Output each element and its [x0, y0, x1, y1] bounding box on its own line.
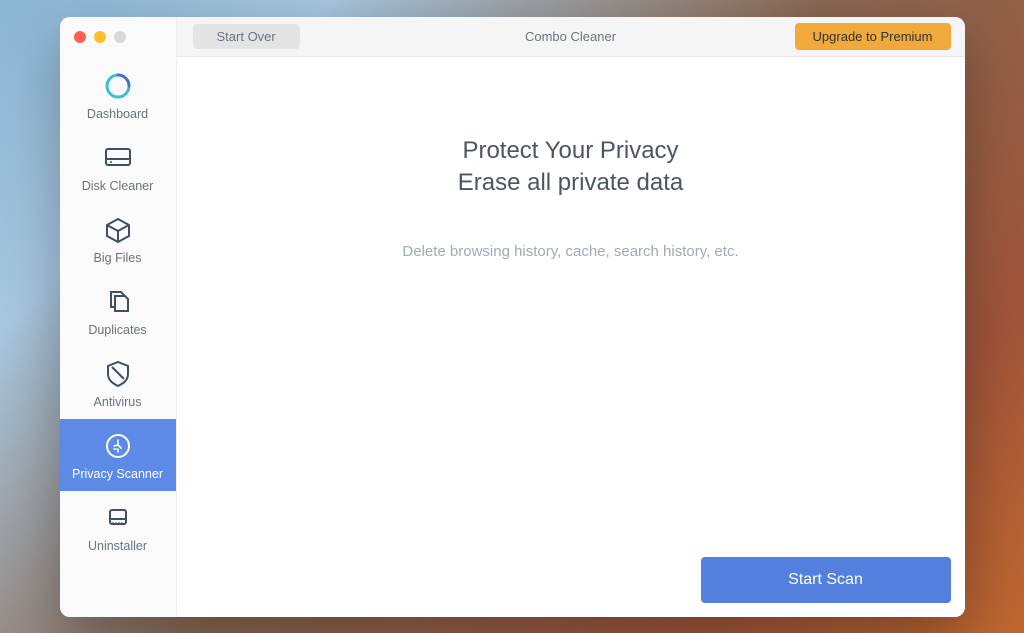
minimize-window-button[interactable] [94, 31, 106, 43]
headline-line2: Erase all private data [458, 167, 683, 199]
sidebar-item-label: Dashboard [87, 107, 148, 121]
main-area: Start Over Combo Cleaner Upgrade to Prem… [177, 17, 965, 617]
sidebar-item-antivirus[interactable]: Antivirus [60, 347, 176, 419]
headline: Protect Your Privacy Erase all private d… [458, 135, 683, 200]
box-icon [103, 215, 133, 245]
titlebar: Start Over Combo Cleaner Upgrade to Prem… [177, 17, 965, 57]
sidebar-item-disk-cleaner[interactable]: Disk Cleaner [60, 131, 176, 203]
duplicates-icon [103, 287, 133, 317]
sidebar-item-duplicates[interactable]: Duplicates [60, 275, 176, 347]
app-window: Dashboard Disk Cleaner Big Files [60, 17, 965, 617]
uninstaller-icon [103, 503, 133, 533]
maximize-window-button[interactable] [114, 31, 126, 43]
sidebar-item-label: Privacy Scanner [72, 467, 163, 481]
window-controls [74, 31, 126, 43]
start-over-button[interactable]: Start Over [193, 24, 300, 49]
close-window-button[interactable] [74, 31, 86, 43]
sidebar-item-label: Disk Cleaner [82, 179, 154, 193]
app-title: Combo Cleaner [525, 29, 616, 44]
footer: Start Scan [177, 557, 965, 617]
sidebar-item-big-files[interactable]: Big Files [60, 203, 176, 275]
sidebar-item-label: Uninstaller [88, 539, 147, 553]
headline-line1: Protect Your Privacy [458, 135, 683, 167]
disk-icon [103, 143, 133, 173]
privacy-icon [103, 431, 133, 461]
dashboard-icon [103, 71, 133, 101]
sidebar-item-privacy-scanner[interactable]: Privacy Scanner [60, 419, 176, 491]
sidebar-item-label: Duplicates [88, 323, 146, 337]
sidebar: Dashboard Disk Cleaner Big Files [60, 17, 177, 617]
subtext: Delete browsing history, cache, search h… [402, 243, 738, 260]
sidebar-item-label: Big Files [94, 251, 142, 265]
start-scan-button[interactable]: Start Scan [701, 557, 951, 603]
sidebar-item-dashboard[interactable]: Dashboard [60, 59, 176, 131]
shield-icon [103, 359, 133, 389]
sidebar-item-uninstaller[interactable]: Uninstaller [60, 491, 176, 563]
sidebar-item-label: Antivirus [94, 395, 142, 409]
content: Protect Your Privacy Erase all private d… [177, 57, 965, 557]
upgrade-button[interactable]: Upgrade to Premium [795, 23, 951, 50]
